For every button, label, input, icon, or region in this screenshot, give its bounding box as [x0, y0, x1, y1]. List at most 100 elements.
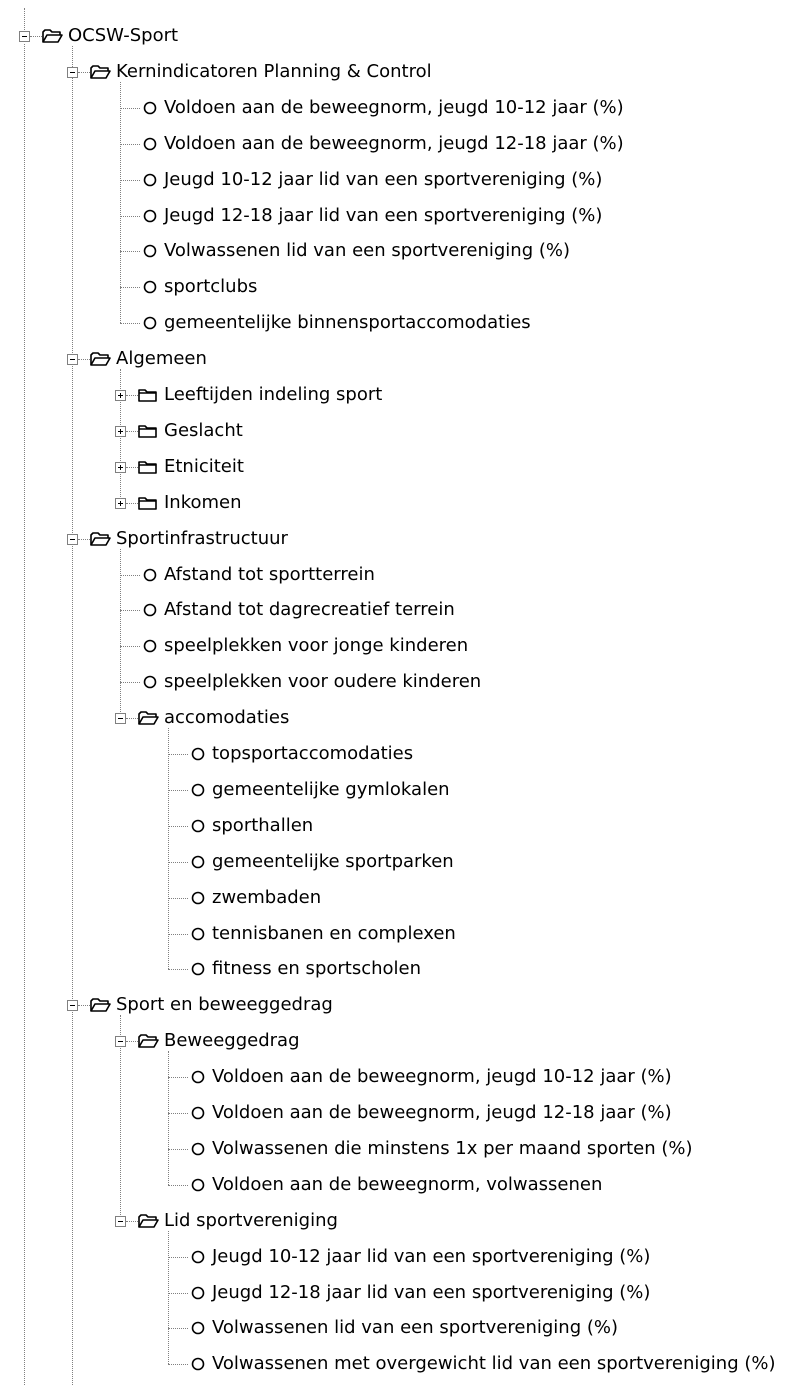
tree-item-label[interactable]: Algemeen: [114, 346, 209, 372]
circle-icon: [191, 1286, 205, 1299]
circle-icon: [191, 1106, 205, 1120]
circle-icon: [191, 927, 205, 940]
tree-line: [120, 574, 140, 576]
tree-item-label[interactable]: tennisbanen en complexen: [210, 921, 458, 947]
folder-open-icon: [138, 1034, 159, 1048]
tree-item-label[interactable]: Inkomen: [162, 490, 244, 516]
tree-item-label[interactable]: accomodaties: [162, 705, 291, 731]
indicator-node: [142, 638, 158, 659]
indicator-node: [190, 1356, 206, 1377]
tree-item-label[interactable]: Voldoen aan de beweegnorm, jeugd 10-12 j…: [162, 95, 626, 121]
collapse-button[interactable]: [67, 533, 78, 545]
tree-item-label[interactable]: topsportaccomodaties: [210, 741, 415, 767]
tree-item-label[interactable]: Beweeggedrag: [162, 1028, 302, 1054]
expand-button[interactable]: [115, 390, 126, 401]
indicator-node: [190, 1320, 206, 1341]
tree-item-label[interactable]: Volwassenen lid van een sportvereniging …: [210, 1315, 620, 1341]
indicator-node: [190, 1249, 206, 1270]
tree-item-label[interactable]: Sport en beweeggedrag: [114, 992, 335, 1018]
tree-item-label[interactable]: gemeentelijke sportparken: [210, 849, 456, 875]
folder-open-icon: [138, 1213, 159, 1228]
tree-node-icon: [137, 386, 159, 409]
collapse-button[interactable]: [115, 713, 126, 725]
expand-button[interactable]: [115, 497, 126, 509]
tree-line: [168, 1328, 188, 1330]
circle-icon: [143, 639, 157, 653]
indicator-node: [190, 961, 206, 982]
indicator-node: [142, 279, 158, 300]
tree-node-icon: [89, 63, 111, 86]
collapse-button[interactable]: [115, 1215, 126, 1227]
tree-item-label[interactable]: Volwassenen met overgewicht lid van een …: [210, 1351, 778, 1377]
tree-item-label[interactable]: Leeftijden indeling sport: [162, 382, 384, 408]
indicator-node: [190, 890, 206, 911]
collapse-button[interactable]: [115, 1036, 126, 1048]
tree-item-label[interactable]: zwembaden: [210, 885, 323, 911]
tree-line: [168, 1148, 188, 1150]
tree-line: [168, 1077, 188, 1079]
tree-line: [168, 754, 188, 755]
tree-item-label[interactable]: Volwassenen lid van een sportvereniging …: [162, 238, 572, 264]
tree-item-label[interactable]: speelplekken voor jonge kinderen: [162, 633, 470, 659]
tree-item-label[interactable]: Jeugd 12-18 jaar lid van een sportvereni…: [162, 203, 604, 229]
indicator-node: [190, 1285, 206, 1306]
tree-line: [120, 251, 140, 253]
tree-item-label[interactable]: sporthallen: [210, 813, 315, 839]
tree-line: [168, 1230, 169, 1365]
tree-node-icon: [137, 422, 159, 445]
tree-item-label[interactable]: Jeugd 12-18 jaar lid van een sportvereni…: [210, 1280, 652, 1306]
tree-view[interactable]: OCSW-Sport Kernindicatoren Planning & Con…: [0, 0, 801, 1385]
collapse-button[interactable]: [67, 1000, 78, 1012]
tree-root-label[interactable]: OCSW-Sport: [66, 23, 180, 49]
collapse-button[interactable]: [19, 31, 30, 42]
tree-line: [72, 1364, 73, 1385]
tree-line: [168, 1364, 188, 1366]
indicator-node: [142, 602, 158, 623]
tree-node-icon: [137, 1032, 159, 1055]
tree-item-label[interactable]: sportclubs: [162, 274, 259, 300]
collapse-button[interactable]: [67, 354, 78, 366]
tree-item-label[interactable]: Voldoen aan de beweegnorm, volwassenen: [210, 1172, 604, 1198]
tree-line: [168, 1256, 188, 1258]
tree-item-label[interactable]: Volwassenen die minstens 1x per maand sp…: [210, 1136, 695, 1162]
tree-item-label[interactable]: Voldoen aan de beweegnorm, jeugd 12-18 j…: [210, 1100, 674, 1126]
expand-button[interactable]: [115, 461, 126, 473]
circle-icon: [191, 1070, 205, 1084]
tree-item-label[interactable]: Jeugd 10-12 jaar lid van een sportvereni…: [162, 167, 604, 193]
indicator-node: [190, 1141, 206, 1162]
folder-open-icon: [42, 29, 63, 43]
tree-item-label[interactable]: fitness en sportscholen: [210, 956, 423, 982]
tree-item-label[interactable]: Afstand tot dagrecreatief terrein: [162, 597, 457, 623]
tree-item-label[interactable]: Sportinfrastructuur: [114, 526, 290, 552]
indicator-node: [190, 1177, 206, 1198]
folder-closed-icon: [138, 425, 157, 438]
circle-icon: [191, 855, 205, 868]
tree-line: [168, 861, 188, 863]
tree-line: [120, 682, 140, 684]
collapse-button[interactable]: [67, 66, 78, 78]
tree-item-label[interactable]: Afstand tot sportterrein: [162, 562, 377, 588]
tree-item-label[interactable]: Voldoen aan de beweegnorm, jeugd 12-18 j…: [162, 131, 626, 157]
tree-item-label[interactable]: gemeentelijke gymlokalen: [210, 777, 452, 803]
tree-item-label[interactable]: Geslacht: [162, 418, 245, 444]
circle-icon: [191, 819, 205, 833]
indicator-node: [142, 100, 158, 121]
tree-item-label[interactable]: Etniciteit: [162, 454, 246, 480]
tree-item-label[interactable]: Kernindicatoren Planning & Control: [114, 59, 434, 85]
tree-line: [24, 44, 25, 1385]
circle-icon: [191, 1178, 205, 1192]
tree-item-label[interactable]: Jeugd 10-12 jaar lid van een sportvereni…: [210, 1244, 652, 1270]
tree-item-label[interactable]: Lid sportvereniging: [162, 1208, 340, 1234]
tree-item-label[interactable]: Voldoen aan de beweegnorm, jeugd 10-12 j…: [210, 1064, 674, 1090]
folder-open-icon: [90, 65, 111, 79]
circle-icon: [191, 1250, 205, 1263]
tree-line: [120, 646, 140, 648]
tree-item-label[interactable]: gemeentelijke binnensportaccomodaties: [162, 310, 533, 336]
folder-closed-icon: [138, 496, 157, 510]
circle-icon: [191, 1322, 205, 1335]
tree-node-icon: [89, 996, 111, 1019]
indicator-node: [142, 674, 158, 695]
tree-item-label[interactable]: speelplekken voor oudere kinderen: [162, 669, 483, 695]
circle-icon: [143, 568, 157, 581]
expand-button[interactable]: [115, 425, 126, 437]
